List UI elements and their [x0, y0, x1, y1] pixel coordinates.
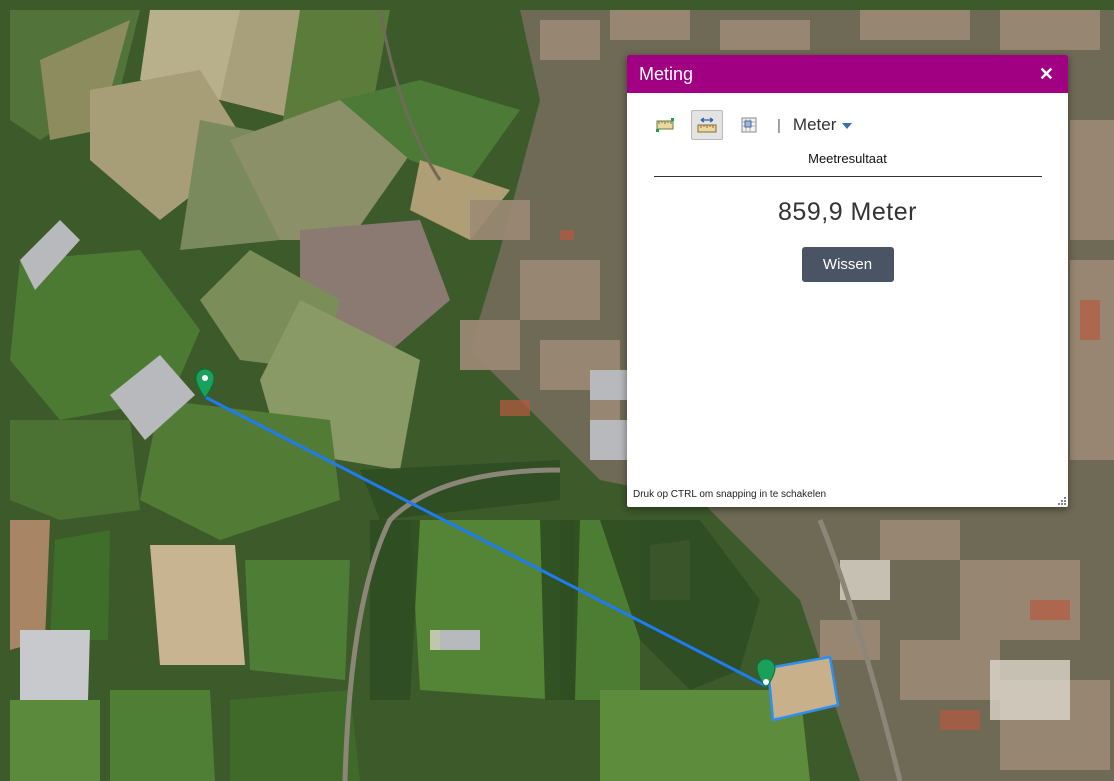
area-measure-icon[interactable] — [649, 110, 681, 140]
resize-grip-icon[interactable] — [1056, 495, 1066, 505]
unit-dropdown[interactable]: Meter — [792, 115, 853, 135]
unit-separator: | — [777, 116, 781, 134]
result-heading: Meetresultaat — [808, 151, 887, 166]
chevron-down-icon — [842, 122, 853, 129]
hint-prefix: Druk op — [633, 489, 671, 500]
measure-toolbar: | Meter — [627, 93, 1068, 141]
divider — [654, 176, 1042, 177]
unit-label: Meter — [792, 115, 837, 134]
snapping-hint: Druk op CTRL om snapping in te schakelen — [633, 489, 826, 500]
measure-result: 859,9 Meter — [778, 198, 917, 226]
panel-title: Meting — [639, 63, 694, 84]
clear-button[interactable]: Wissen — [801, 247, 894, 282]
panel-header: Meting ✕ — [627, 55, 1068, 93]
measure-panel: Meting ✕ | Meter Meetresultaat 859,9 Met… — [627, 55, 1068, 507]
distance-measure-icon[interactable] — [691, 110, 723, 140]
close-icon[interactable]: ✕ — [1039, 65, 1054, 83]
location-measure-icon[interactable] — [733, 110, 765, 140]
hint-key: CTRL — [670, 489, 697, 500]
hint-suffix: om snapping in te schakelen — [696, 489, 827, 500]
